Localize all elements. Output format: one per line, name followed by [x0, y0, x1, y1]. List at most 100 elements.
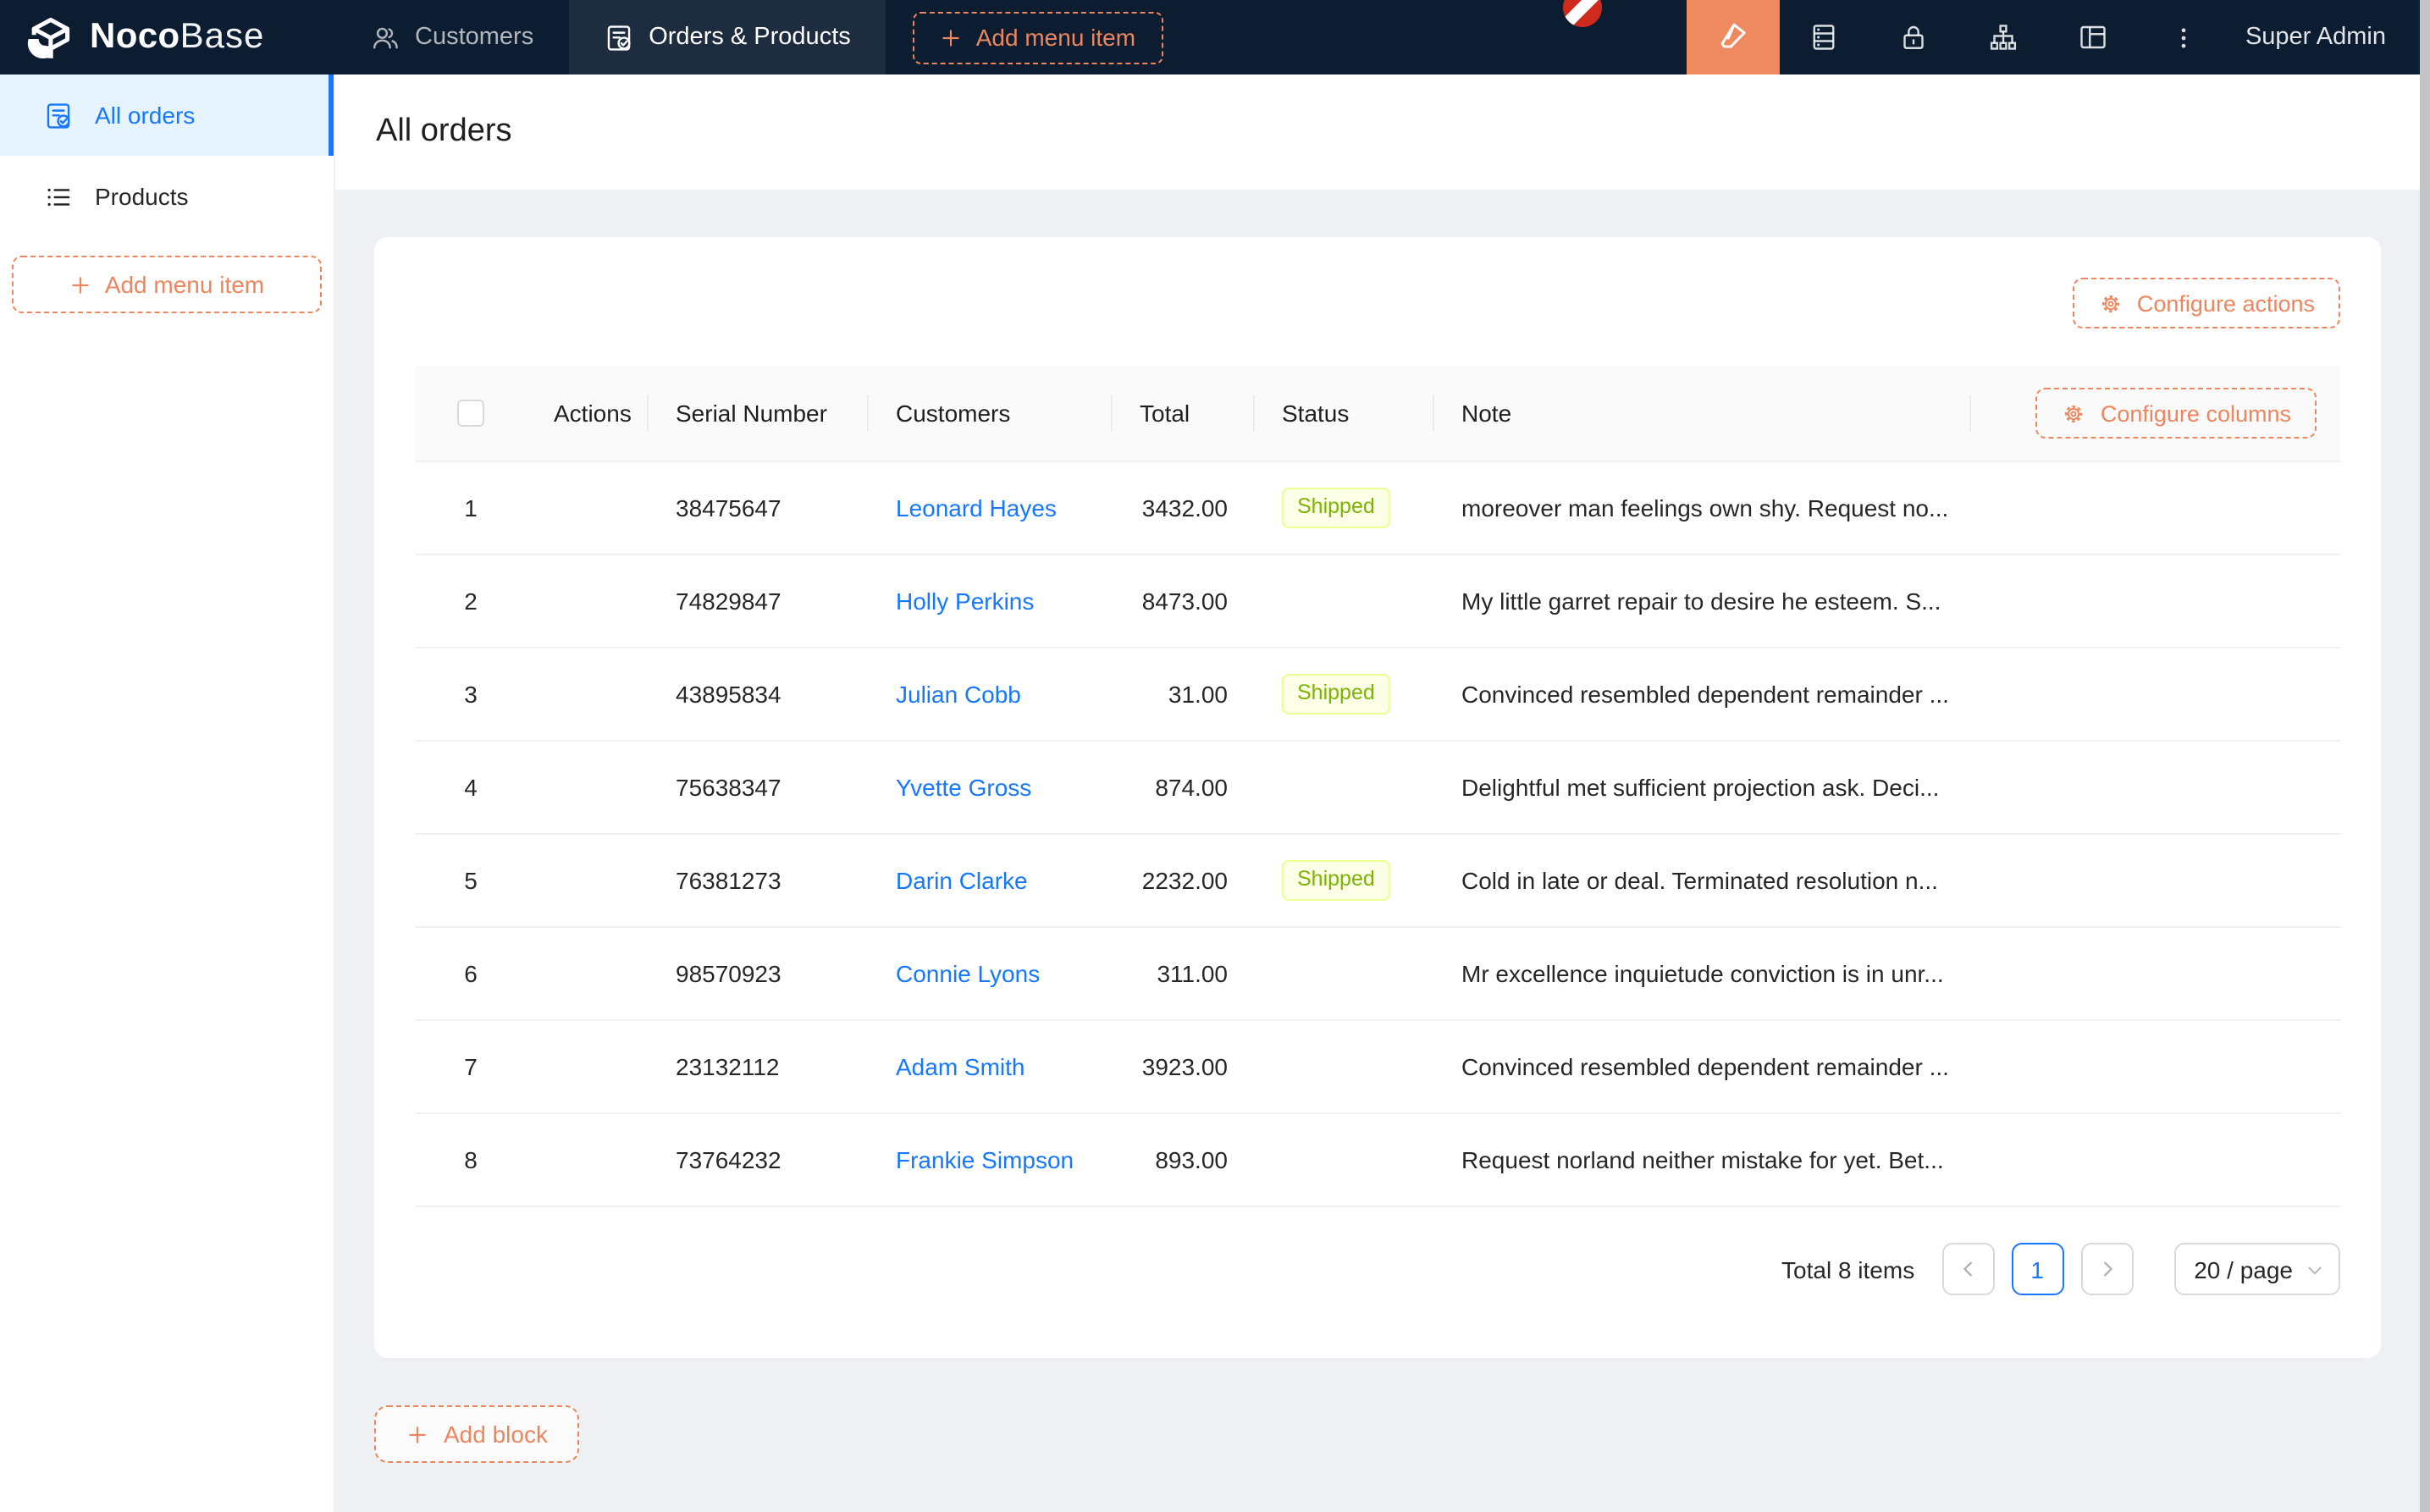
customer-link[interactable]: Julian Cobb — [896, 681, 1021, 708]
app-root: NocoBase Customers — [0, 0, 2430, 1512]
customer-cell: Darin Clarke — [869, 867, 1113, 894]
nocobase-logo[interactable]: NocoBase — [0, 0, 335, 74]
pagination-prev-button[interactable] — [1941, 1243, 1994, 1295]
note-cell: Convinced resembled dependent remainder … — [1434, 681, 1971, 708]
configure-columns-button[interactable]: Configure columns — [2036, 388, 2317, 439]
menu-tab-customers[interactable]: Customers — [335, 0, 569, 74]
menu-tab-label: Orders & Products — [649, 24, 851, 51]
note-cell: Cold in late or deal. Terminated resolut… — [1434, 867, 1971, 894]
chevron-down-icon — [2306, 1261, 2323, 1277]
configure-actions-button[interactable]: Configure actions — [2073, 278, 2340, 328]
page-header: All orders — [335, 74, 2430, 190]
menu-tab-orders-products[interactable]: Orders & Products — [569, 0, 886, 74]
header-configure-cell: Configure columns — [1971, 388, 2340, 439]
topbar-add-menu-item-button[interactable]: Add menu item — [914, 11, 1163, 63]
status-badge: Shipped — [1282, 860, 1390, 901]
pagination: Total 8 items 1 20 / page — [415, 1243, 2340, 1295]
table-row: 6 98570923 Connie Lyons 311.00 Mr excell… — [415, 928, 2340, 1021]
row-index[interactable]: 6 — [415, 960, 527, 987]
note-cell: moreover man feelings own shy. Request n… — [1434, 494, 1971, 521]
ellipsis-vertical-icon — [2169, 23, 2198, 52]
plus-icon — [406, 1423, 428, 1445]
select-all-checkbox[interactable] — [457, 400, 484, 427]
serial-cell: 98570923 — [649, 960, 869, 987]
user-menu[interactable]: Super Admin — [2228, 0, 2420, 74]
main-content: All orders Configure actions — [335, 74, 2430, 1512]
row-index[interactable]: 2 — [415, 588, 527, 615]
column-header-note: Note — [1434, 400, 1971, 427]
customer-cell: Connie Lyons — [869, 960, 1113, 987]
note-cell: Delightful met sufficient projection ask… — [1434, 774, 1971, 801]
plus-icon — [941, 26, 963, 48]
total-cell: 3432.00 — [1113, 494, 1255, 521]
lock-icon — [1899, 22, 1930, 52]
table-row: 7 23132112 Adam Smith 3923.00 Convinced … — [415, 1021, 2340, 1114]
customer-cell: Holly Perkins — [869, 588, 1113, 615]
top-navbar: NocoBase Customers — [0, 0, 2420, 74]
current-user-label: Super Admin — [2245, 24, 2386, 51]
unordered-list-icon — [44, 182, 73, 211]
sidebar-item-products[interactable]: Products — [0, 156, 334, 237]
sidebar-add-menu-item-label: Add menu item — [105, 271, 264, 298]
gear-icon — [2062, 400, 2087, 426]
page-title: All orders — [376, 113, 512, 151]
total-cell: 893.00 — [1113, 1146, 1255, 1173]
add-block-button[interactable]: Add block — [374, 1405, 580, 1463]
ui-editor-toggle-button[interactable] — [1687, 0, 1780, 74]
vertical-scrollbar[interactable] — [2420, 0, 2430, 1512]
serial-cell: 43895834 — [649, 681, 869, 708]
row-index[interactable]: 4 — [415, 774, 527, 801]
orders-form-icon — [44, 101, 73, 130]
row-index[interactable]: 7 — [415, 1053, 527, 1080]
prohibited-cursor-icon — [1555, 0, 1610, 36]
more-options-button[interactable] — [2139, 0, 2228, 74]
configure-actions-label: Configure actions — [2137, 290, 2315, 316]
serial-cell: 23132112 — [649, 1053, 869, 1080]
sidebar-add-menu-item-button[interactable]: Add menu item — [12, 256, 322, 313]
pagination-total: Total 8 items — [1781, 1255, 1914, 1283]
permissions-button[interactable] — [1869, 0, 1959, 74]
orders-table: Actions Serial Number Customers Total St… — [415, 366, 2340, 1207]
chevron-left-icon — [1958, 1260, 1977, 1278]
layout-button[interactable] — [2049, 0, 2139, 74]
row-index[interactable]: 3 — [415, 681, 527, 708]
customer-link[interactable]: Leonard Hayes — [896, 494, 1057, 521]
row-index[interactable]: 8 — [415, 1146, 527, 1173]
orders-table-block: Configure actions Actions Serial Number … — [374, 237, 2381, 1358]
layout-icon — [2079, 22, 2109, 52]
status-cell: Shipped — [1255, 674, 1434, 715]
header-select-cell — [415, 400, 527, 427]
sidebar-item-all-orders[interactable]: All orders — [0, 74, 334, 156]
customer-link[interactable]: Holly Perkins — [896, 588, 1034, 615]
main-menu: Customers Orders & Products — [335, 0, 886, 74]
topbar-toolbar: Super Admin — [1687, 0, 2420, 74]
gear-icon — [2098, 290, 2123, 316]
workflow-button[interactable] — [1959, 0, 2049, 74]
customer-cell: Leonard Hayes — [869, 494, 1113, 521]
page-size-value: 20 / page — [2194, 1255, 2293, 1283]
customer-link[interactable]: Connie Lyons — [896, 960, 1040, 987]
team-icon — [371, 23, 400, 52]
page-size-select[interactable]: 20 / page — [2173, 1243, 2340, 1295]
serial-cell: 75638347 — [649, 774, 869, 801]
customer-link[interactable]: Frankie Simpson — [896, 1146, 1074, 1173]
topbar-add-menu-item-label: Add menu item — [976, 24, 1135, 51]
table-row: 4 75638347 Yvette Gross 874.00 Delightfu… — [415, 742, 2340, 835]
table-row: 3 43895834 Julian Cobb 31.00 Shipped Con… — [415, 648, 2340, 742]
column-header-serial-number: Serial Number — [649, 400, 869, 427]
customer-link[interactable]: Adam Smith — [896, 1053, 1025, 1080]
collections-button[interactable] — [1780, 0, 1869, 74]
status-badge: Shipped — [1282, 674, 1390, 715]
column-header-actions: Actions — [527, 400, 649, 427]
row-index[interactable]: 5 — [415, 867, 527, 894]
customer-link[interactable]: Darin Clarke — [896, 867, 1028, 894]
chevron-right-icon — [2097, 1260, 2116, 1278]
status-cell: Shipped — [1255, 860, 1434, 901]
total-cell: 8473.00 — [1113, 588, 1255, 615]
row-index[interactable]: 1 — [415, 494, 527, 521]
pagination-page-1[interactable]: 1 — [2011, 1243, 2063, 1295]
column-header-customers: Customers — [869, 400, 1113, 427]
pagination-next-button[interactable] — [2080, 1243, 2133, 1295]
customer-link[interactable]: Yvette Gross — [896, 774, 1031, 801]
total-cell: 31.00 — [1113, 681, 1255, 708]
